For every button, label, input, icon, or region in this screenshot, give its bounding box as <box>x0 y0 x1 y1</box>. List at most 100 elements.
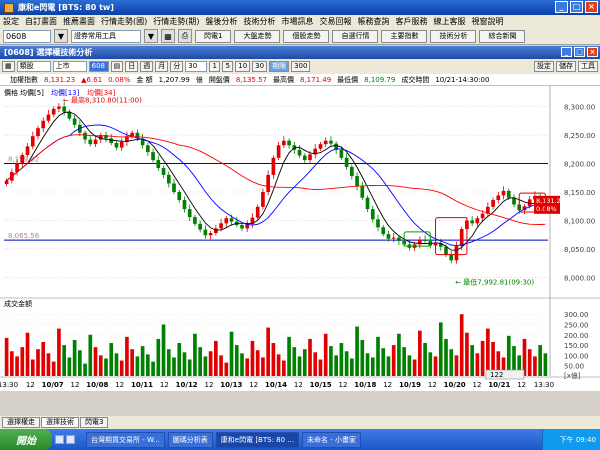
major-index-button[interactable]: 主要指數 <box>381 29 428 43</box>
interval-5-button[interactable]: 5 <box>222 61 234 72</box>
menu-icon[interactable]: ▤ <box>110 61 124 72</box>
menu-custom-screen[interactable]: 自訂畫面 <box>25 16 57 27</box>
menu-market-info[interactable]: 市場訊息 <box>282 16 314 27</box>
interval-30-button[interactable]: 30 <box>252 61 268 72</box>
count-300-button[interactable]: 300 <box>291 61 311 72</box>
chart-close-button[interactable]: × <box>587 47 598 57</box>
time-tick-label: 12 <box>205 381 214 389</box>
dropdown-arrow-icon[interactable]: ▼ <box>54 29 68 43</box>
candle-body <box>282 140 286 146</box>
candle-body <box>512 197 516 205</box>
quick-launch-icon[interactable] <box>66 435 75 444</box>
time-tick-label: 10/20 <box>444 381 466 389</box>
price-tick-label: 8,300.00 <box>564 104 595 112</box>
chart-save-button[interactable]: 儲存 <box>556 61 576 72</box>
period-week-button[interactable]: 週 <box>140 61 154 72</box>
moving-average-line <box>6 111 546 251</box>
technical-analysis-button[interactable]: 技術分析 <box>430 29 477 43</box>
low-label: 最低價 <box>337 75 359 84</box>
news-button[interactable]: 綜合新聞 <box>479 29 526 43</box>
quick-launch-icon[interactable] <box>55 435 64 444</box>
tab-flash3[interactable]: 閃電3 <box>80 417 109 428</box>
volume-bar <box>376 336 380 376</box>
taskbar-item-paint[interactable]: 未命名 - 小畫家 <box>301 431 361 448</box>
candle-body <box>449 254 454 261</box>
volume-bar <box>527 349 532 376</box>
candle-body <box>261 192 265 207</box>
stock-trend-button[interactable]: 個股走勢 <box>283 29 330 43</box>
taskbar-item-taifex[interactable]: 台灣期貨交易所 - W... <box>86 431 165 448</box>
tab-option-trend[interactable]: 選擇權走 <box>2 417 40 428</box>
candle-body <box>506 190 511 198</box>
menu-quotes-stock[interactable]: 行情走勢(國) <box>101 16 147 27</box>
watchlist-button[interactable]: 自選行情 <box>332 29 379 43</box>
open-value: 8,135.57 <box>235 75 267 84</box>
market-trend-button[interactable]: 大盤走勢 <box>234 29 281 43</box>
close-button[interactable]: × <box>585 1 598 13</box>
chart-settings-button[interactable]: 設定 <box>534 61 554 72</box>
volume-bar <box>391 345 396 376</box>
menu-settings[interactable]: 設定 <box>3 16 19 27</box>
minute-select[interactable]: 30 <box>185 61 208 72</box>
minimize-button[interactable]: _ <box>555 1 568 13</box>
chart-window-title: [0608] 選擇權技術分析 <box>4 48 93 57</box>
code-input[interactable]: 0608 <box>3 29 51 43</box>
taskbar-item-trading-app[interactable]: 康和e閃電 [BTS: 80 ... <box>215 431 299 448</box>
menu-window-help[interactable]: 視窗說明 <box>472 16 504 27</box>
type-select[interactable]: 類股 <box>16 61 51 72</box>
candle-body <box>470 220 474 224</box>
chart-minimize-button[interactable]: _ <box>561 47 572 57</box>
legend-entry: 均價[13] <box>51 88 80 97</box>
high-value: 8,171.49 <box>299 75 332 84</box>
dropdown-arrow-icon[interactable]: ▼ <box>144 29 158 43</box>
volume-bar <box>36 349 40 376</box>
menu-quotes-futures[interactable]: 行情走勢(期) <box>153 16 199 27</box>
menu-online-support[interactable]: 線上客服 <box>434 16 466 27</box>
interval-10-button[interactable]: 10 <box>235 61 251 72</box>
period-limit-button[interactable]: 期限 <box>269 61 290 72</box>
volume-unit-label: [x億] <box>564 371 581 380</box>
time-tick-label: 12 <box>249 381 258 389</box>
menu-trade-report[interactable]: 交易回報 <box>320 16 352 27</box>
chart-tools-button[interactable]: 工具 <box>578 61 598 72</box>
volume-bar <box>266 327 270 376</box>
tool-select[interactable]: 證券常用工具 <box>71 29 141 43</box>
candle-body <box>20 154 25 164</box>
technical-chart[interactable]: 8,199.928,065.56 8,300.008,250.008,200.0… <box>0 86 600 391</box>
period-month-button[interactable]: 月 <box>155 61 169 72</box>
menu-customer-service[interactable]: 客戶服務 <box>396 16 428 27</box>
menu-account-query[interactable]: 帳務查詢 <box>358 16 390 27</box>
chart-tool-icon[interactable]: ▦ <box>161 29 175 43</box>
candle-body <box>193 217 197 224</box>
volume-bar <box>203 356 208 376</box>
candle-body <box>172 183 176 192</box>
candle-body <box>166 174 171 184</box>
chart-canvas[interactable]: 8,199.928,065.56 8,300.008,250.008,200.0… <box>0 86 600 391</box>
tab-option-technical[interactable]: 選擇技術 <box>41 417 79 428</box>
low-value: 8,109.79 <box>364 75 396 84</box>
menu-after-hours[interactable]: 盤後分析 <box>206 16 238 27</box>
candle-body <box>360 186 365 198</box>
candle-body <box>57 106 61 109</box>
interval-1-button[interactable]: 1 <box>209 61 221 72</box>
market-select[interactable]: 上市 <box>52 61 87 72</box>
period-minute-button[interactable]: 分 <box>170 61 184 72</box>
id-select[interactable]: 608 <box>88 61 109 72</box>
start-button[interactable]: 開始 <box>0 429 52 450</box>
menu-technical-analysis[interactable]: 技術分析 <box>244 16 276 27</box>
maximize-button[interactable]: □ <box>570 1 583 13</box>
grid-toggle-icon[interactable]: ▦ <box>2 61 15 72</box>
volume-bar <box>51 361 56 376</box>
print-icon[interactable]: ⎙ <box>178 29 192 43</box>
moving-average-lines <box>6 111 546 251</box>
change-value: ▲6.61 <box>81 75 103 84</box>
menu-recommended-screen[interactable]: 推薦畫面 <box>63 16 95 27</box>
period-day-button[interactable]: 日 <box>125 61 139 72</box>
candle-body <box>318 144 323 149</box>
volume-bar <box>88 334 93 376</box>
flash1-button[interactable]: 閃電1 <box>195 29 232 43</box>
taskbar-item-chart-table[interactable]: 圖碼分析表 <box>167 431 213 448</box>
time-tick-label: 12 <box>115 381 124 389</box>
time-label: 成交時間 <box>401 75 430 84</box>
chart-maximize-button[interactable]: □ <box>574 47 585 57</box>
